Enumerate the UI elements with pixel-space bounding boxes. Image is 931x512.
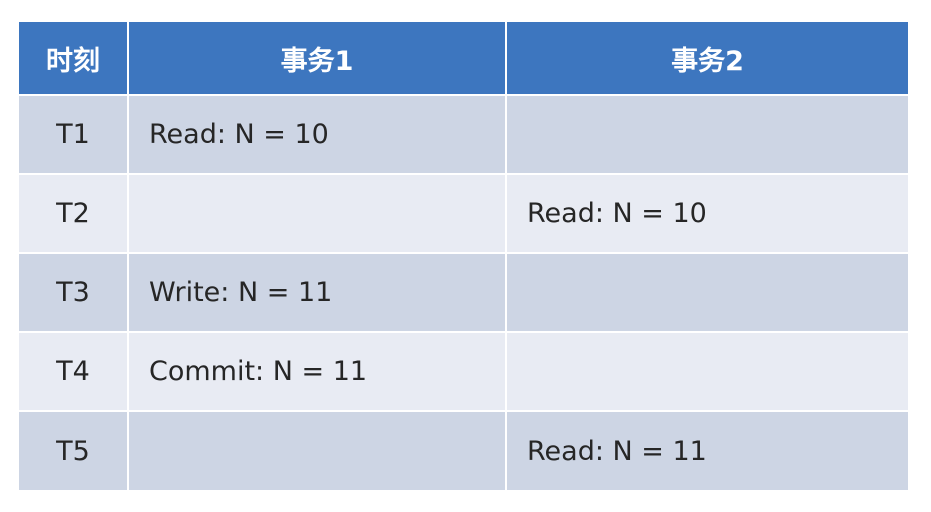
cell-tx2-t5: Read: N = 11 <box>507 412 908 490</box>
cell-tx1-t3: Write: N = 11 <box>129 254 505 331</box>
cell-time-t4: T4 <box>19 333 127 410</box>
header-time: 时刻 <box>19 22 127 94</box>
cell-tx1-t2 <box>129 175 505 252</box>
cell-time-t3: T3 <box>19 254 127 331</box>
header-transaction-1: 事务1 <box>129 22 505 94</box>
cell-tx2-t4 <box>507 333 908 410</box>
cell-tx2-t3 <box>507 254 908 331</box>
cell-time-t1: T1 <box>19 96 127 173</box>
cell-time-t2: T2 <box>19 175 127 252</box>
cell-tx2-t1 <box>507 96 908 173</box>
transaction-timeline-table: 时刻 事务1 事务2 T1 Read: N = 10 T2 Read: N = … <box>19 22 908 490</box>
cell-tx1-t4: Commit: N = 11 <box>129 333 505 410</box>
cell-tx1-t1: Read: N = 10 <box>129 96 505 173</box>
cell-tx2-t2: Read: N = 10 <box>507 175 908 252</box>
cell-time-t5: T5 <box>19 412 127 490</box>
cell-tx1-t5 <box>129 412 505 490</box>
header-transaction-2: 事务2 <box>507 22 908 94</box>
